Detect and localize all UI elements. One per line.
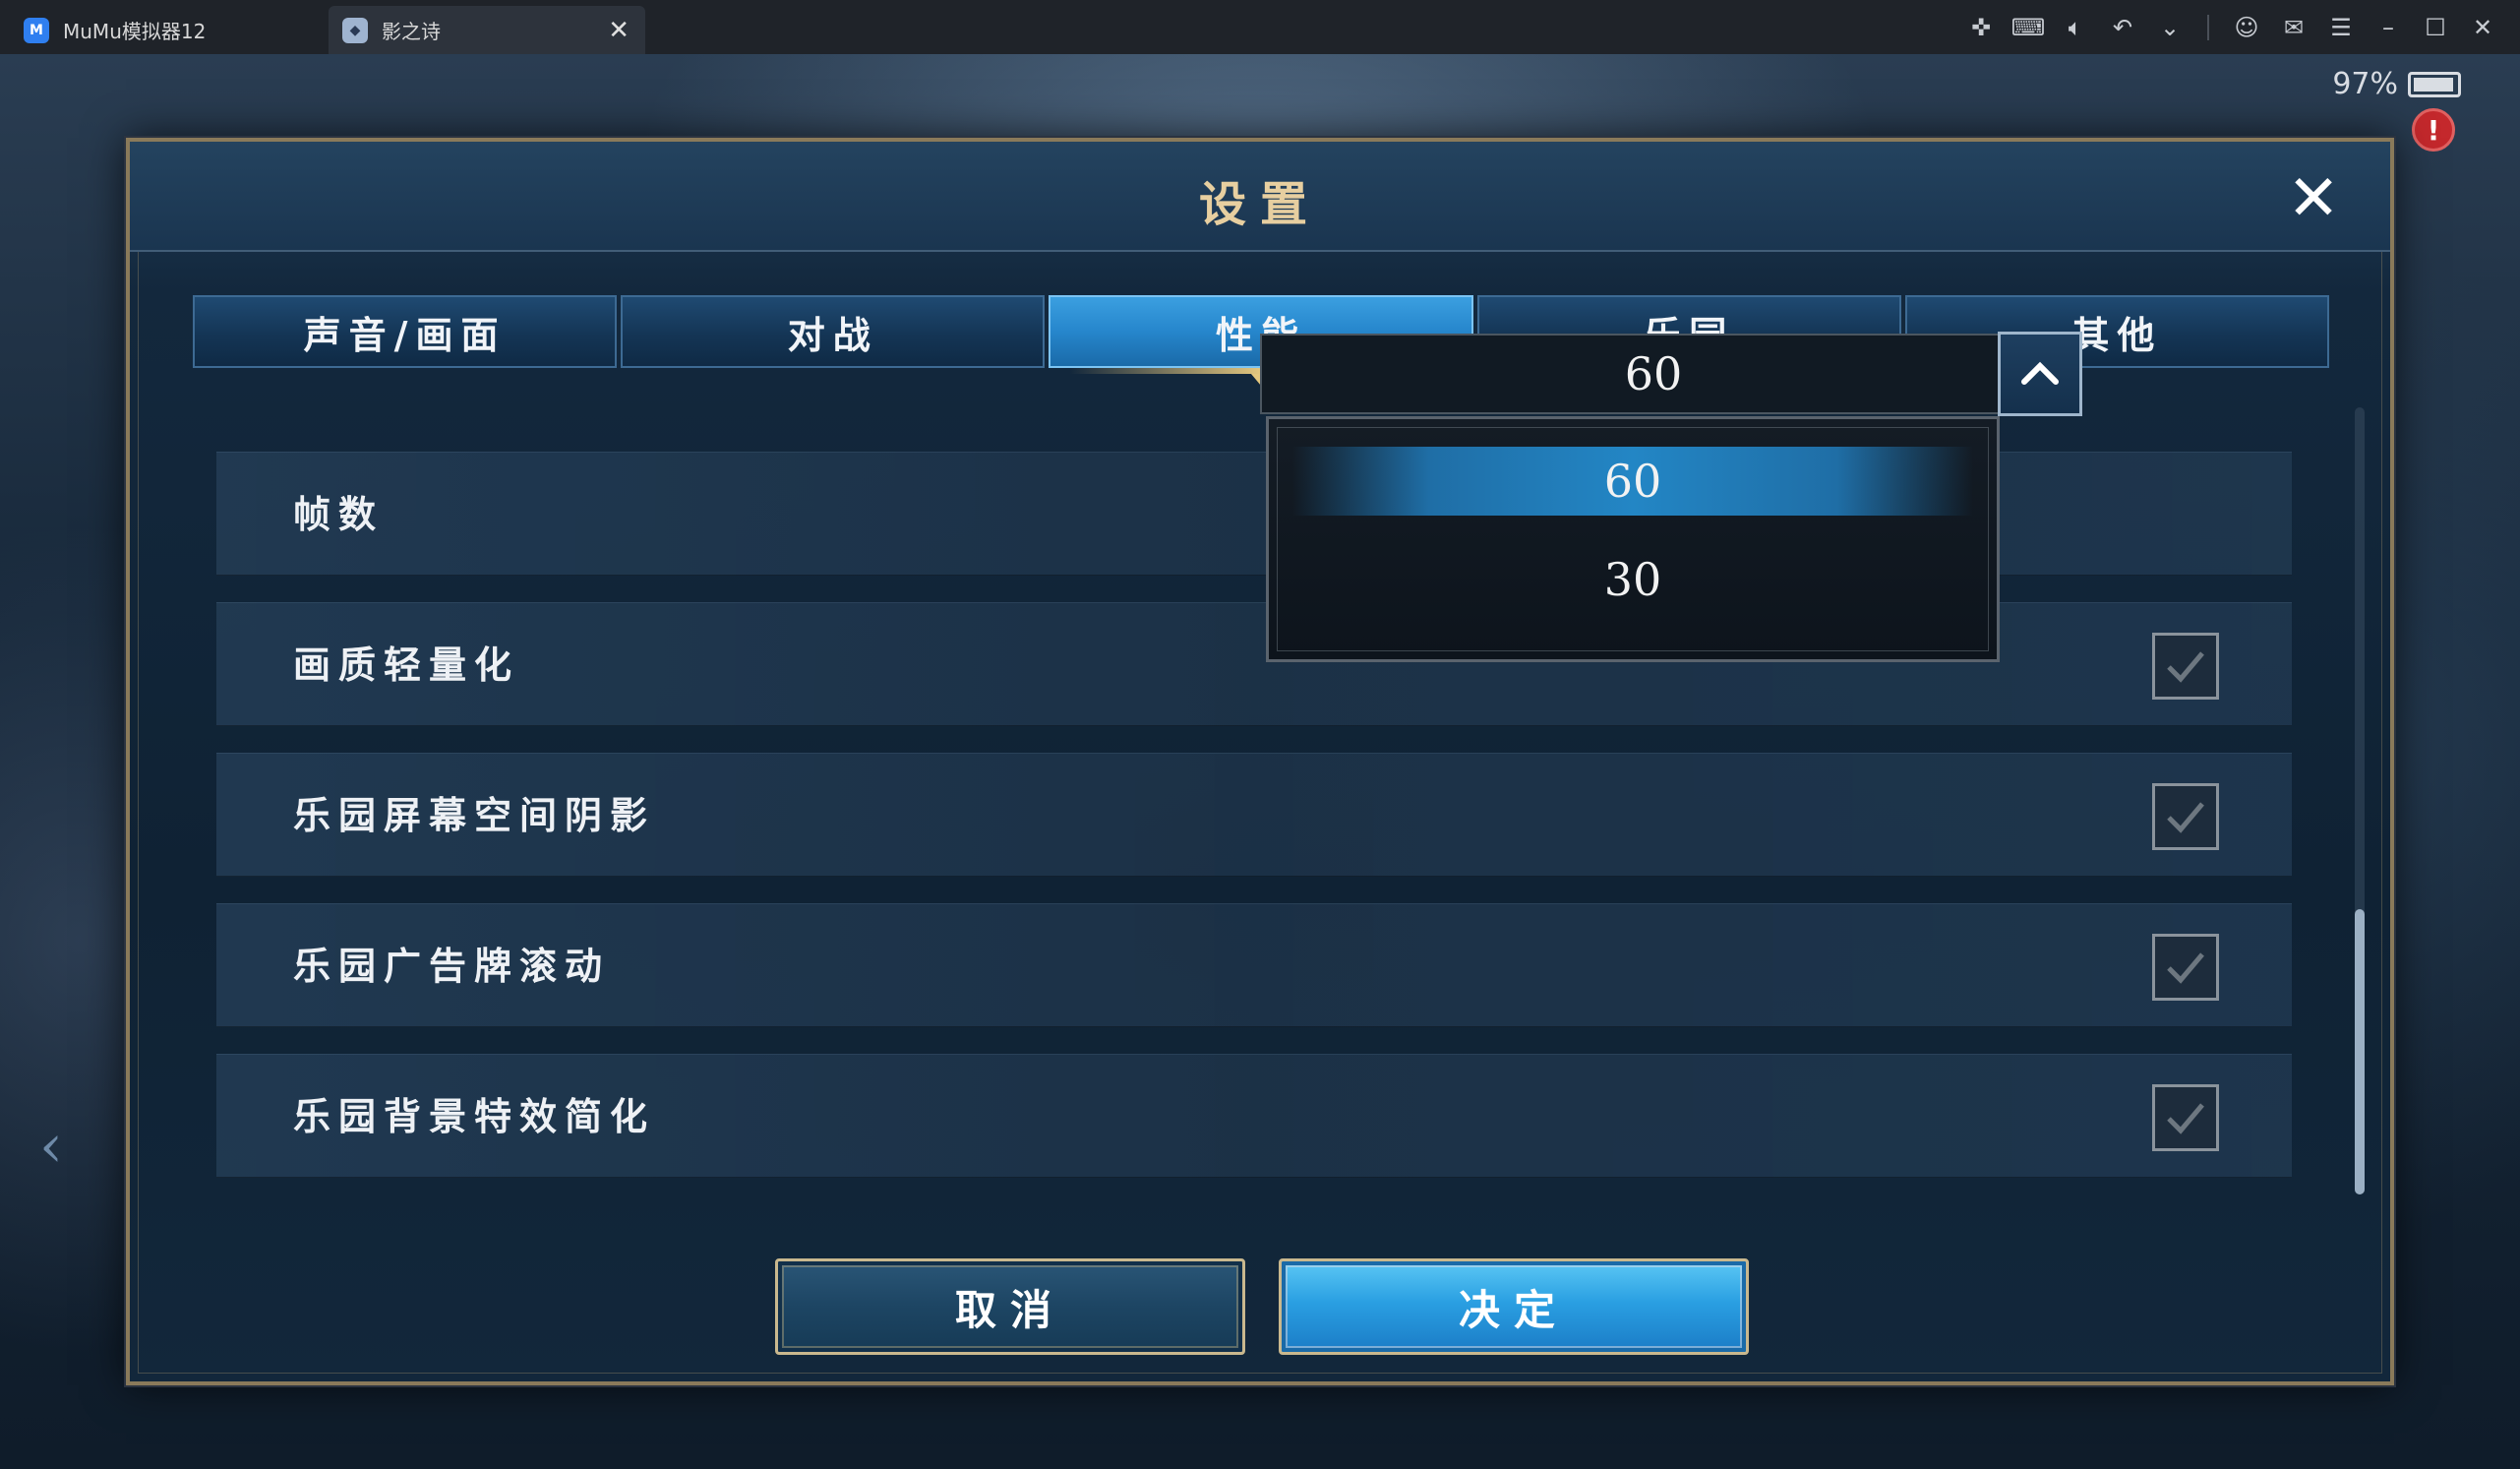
emulator-app-tab[interactable]: M MuMu模拟器12	[10, 6, 325, 54]
emulator-titlebar: M MuMu模拟器12 ◆ 影之诗 ✕ ✜ ⌨ 🔈︎ ↶ ⌄ ☺ ✉ ☰ – ☐…	[0, 0, 2520, 54]
checkmark-icon	[2167, 952, 2204, 984]
battery-icon	[2408, 71, 2461, 97]
dropdown-toggle-button[interactable]	[1998, 332, 2082, 416]
confirm-button[interactable]: 决定	[1279, 1258, 1749, 1355]
tab-battle[interactable]: 对战	[621, 295, 1046, 368]
mail-icon[interactable]: ✉	[2270, 14, 2317, 41]
toolbar-divider	[2207, 14, 2209, 40]
alert-badge[interactable]: !	[2412, 108, 2455, 152]
chevron-down-icon[interactable]: ⌄	[2146, 14, 2193, 41]
park-shadow-checkbox[interactable]	[2152, 783, 2219, 850]
setting-label: 乐园背景特效简化	[293, 1094, 656, 1138]
framerate-option-60[interactable]: 60	[1292, 447, 1973, 516]
keyboard-icon[interactable]: ⌨	[2005, 14, 2052, 41]
framerate-select[interactable]: 60	[1260, 334, 2047, 414]
lightweight-graphics-checkbox[interactable]	[2152, 633, 2219, 700]
battery-indicator: 97%	[2332, 67, 2461, 101]
setting-row-background-effects: 乐园背景特效简化	[216, 1054, 2292, 1178]
background-effects-checkbox[interactable]	[2152, 1084, 2219, 1151]
menu-icon[interactable]: ☰	[2317, 14, 2365, 41]
setting-row-billboard-scroll: 乐园广告牌滚动	[216, 903, 2292, 1027]
game-tab-label: 影之诗	[382, 20, 441, 43]
gamepad-icon[interactable]: ✜	[1957, 14, 2005, 41]
chevron-up-icon	[2021, 361, 2059, 385]
user-icon[interactable]: ☺	[2223, 14, 2270, 41]
tab-sound-graphics[interactable]: 声音/画面	[193, 295, 618, 368]
game-tab[interactable]: ◆ 影之诗 ✕	[329, 6, 645, 54]
maximize-icon[interactable]: ☐	[2412, 14, 2459, 41]
close-dialog-button[interactable]: ✕	[2284, 167, 2343, 230]
minimize-icon[interactable]: –	[2365, 14, 2412, 41]
settings-dialog: 设置 ✕ 声音/画面 对战 性能 乐园 其他 帧数 画质轻量化 乐园屏幕空间阴影	[126, 138, 2394, 1385]
scrollbar-thumb[interactable]	[2355, 909, 2365, 1194]
battery-percent: 97%	[2332, 67, 2398, 101]
setting-label: 乐园屏幕空间阴影	[293, 793, 656, 837]
framerate-option-30[interactable]: 30	[1292, 545, 1973, 614]
mumu-logo-icon: M	[24, 17, 49, 43]
setting-label: 帧数	[293, 492, 385, 536]
setting-row-park-shadow: 乐园屏幕空间阴影	[216, 753, 2292, 877]
emulator-app-tab-label: MuMu模拟器12	[63, 20, 207, 43]
checkmark-icon	[2167, 651, 2204, 683]
setting-label: 画质轻量化	[293, 643, 520, 687]
game-tab-icon: ◆	[342, 17, 368, 43]
billboard-scroll-checkbox[interactable]	[2152, 934, 2219, 1001]
dialog-title: 设置	[1198, 177, 1321, 232]
framerate-dropdown-menu: 60 30	[1266, 416, 2000, 662]
close-tab-icon[interactable]: ✕	[608, 16, 630, 45]
setting-label: 乐园广告牌滚动	[293, 944, 611, 988]
volume-icon[interactable]: 🔈︎	[2052, 14, 2099, 41]
close-icon[interactable]: ✕	[2459, 14, 2506, 41]
left-arrow-icon[interactable]: ‹	[39, 1112, 79, 1181]
cancel-button[interactable]: 取消	[775, 1258, 1245, 1355]
dialog-header: 设置 ✕	[130, 142, 2390, 252]
rotate-back-icon[interactable]: ↶	[2099, 14, 2146, 41]
checkmark-icon	[2167, 1103, 2204, 1134]
checkmark-icon	[2167, 802, 2204, 833]
emulator-toolbar: ✜ ⌨ 🔈︎ ↶ ⌄ ☺ ✉ ☰ – ☐ ✕	[1957, 0, 2506, 54]
